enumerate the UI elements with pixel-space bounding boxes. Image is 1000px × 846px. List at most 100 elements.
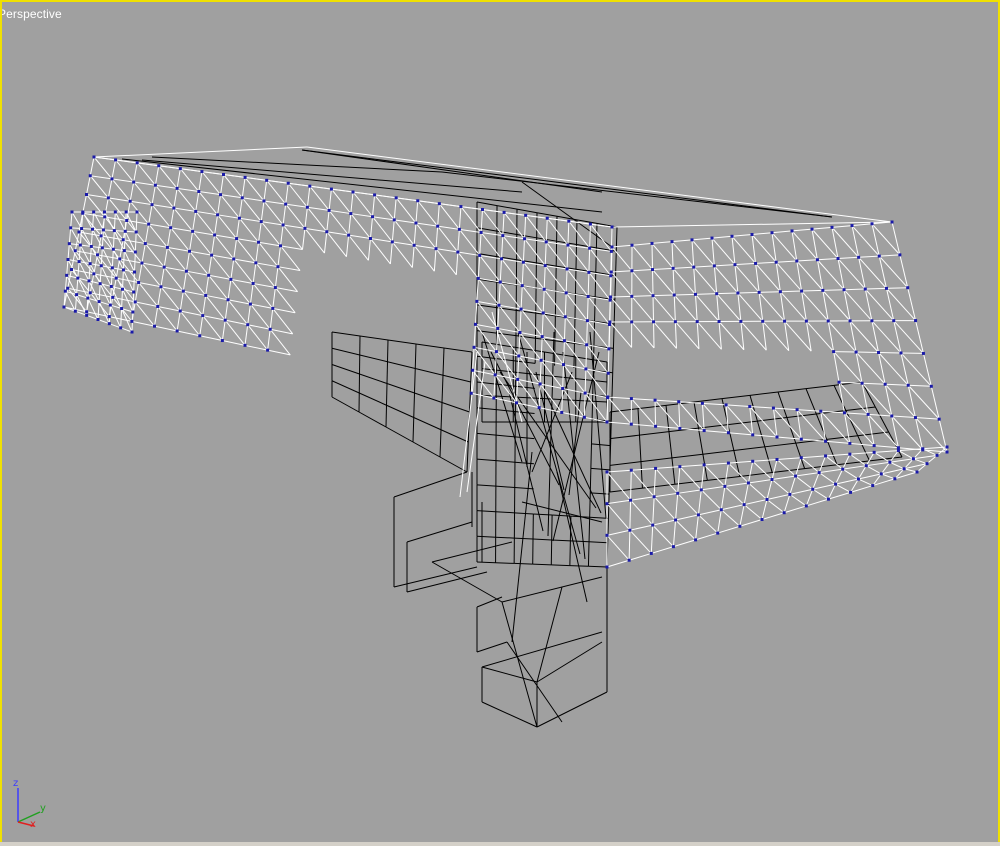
- vertex-marker: [671, 545, 675, 549]
- wire-edge: [612, 348, 614, 373]
- perspective-viewport[interactable]: Perspective z y x: [0, 0, 1000, 844]
- wire-edge: [411, 245, 415, 268]
- vertex-marker: [870, 222, 874, 226]
- wire-edge: [154, 165, 160, 186]
- wire-edge: [519, 332, 543, 338]
- wire-edge: [532, 563, 552, 566]
- wire-edge: [851, 225, 860, 258]
- vertex-marker: [229, 277, 233, 281]
- vertex-marker: [223, 318, 227, 322]
- wire-edge: [862, 382, 886, 385]
- wire-edge: [700, 464, 705, 490]
- wire-edge: [220, 174, 224, 195]
- vertex-marker: [542, 287, 546, 291]
- wire-edge: [387, 339, 389, 362]
- wire-edge: [744, 499, 768, 506]
- wire-edge: [441, 171, 833, 218]
- wireframe-model[interactable]: [2, 2, 998, 842]
- vertex-marker: [63, 289, 67, 293]
- wire-edge: [696, 321, 722, 350]
- wire-edge: [536, 586, 563, 683]
- wire-edge: [653, 321, 677, 349]
- wire-edge: [133, 162, 138, 183]
- vertex-marker: [837, 380, 841, 384]
- wire-edge: [414, 343, 417, 369]
- vertex-marker: [925, 462, 929, 466]
- vertex-marker: [137, 280, 141, 284]
- wire-edge: [113, 211, 116, 231]
- wire-edge: [857, 435, 871, 462]
- vertex-marker: [563, 315, 567, 319]
- wire-edge: [780, 290, 802, 293]
- vertex-marker: [165, 245, 169, 249]
- vertex-marker: [67, 242, 71, 246]
- vertex-marker: [201, 314, 205, 318]
- wire-edge: [819, 468, 843, 474]
- vertex-marker: [879, 472, 883, 476]
- vertex-marker: [273, 286, 277, 290]
- wire-edge: [460, 206, 483, 210]
- vertex-marker: [478, 253, 482, 257]
- vertex-marker: [501, 234, 505, 238]
- wire-edge: [103, 229, 115, 232]
- vertex-marker: [110, 266, 114, 270]
- wire-edge: [828, 491, 851, 500]
- wire-edge: [718, 321, 722, 350]
- vertex-marker: [135, 210, 139, 214]
- wire-edge: [163, 247, 168, 268]
- wire-edge: [497, 327, 521, 334]
- vertex-marker: [899, 351, 903, 355]
- vertex-marker: [175, 186, 179, 190]
- vertex-marker: [700, 401, 704, 405]
- vertex-marker: [87, 279, 91, 283]
- wire-edge: [811, 226, 833, 230]
- wire-edge: [223, 174, 243, 199]
- wire-edge: [504, 211, 526, 216]
- wire-edge: [652, 295, 676, 323]
- vertex-marker: [159, 285, 163, 289]
- wire-edge: [387, 361, 416, 369]
- wire-edge: [734, 262, 756, 266]
- wire-edge: [260, 221, 281, 247]
- wire-edge: [466, 441, 469, 473]
- wire-edge: [748, 479, 773, 484]
- wire-edge: [78, 231, 98, 256]
- vertex-marker: [605, 565, 609, 569]
- vertex-marker: [678, 465, 682, 469]
- wire-edge: [672, 519, 677, 547]
- wire-edge: [606, 421, 632, 425]
- wire-edge: [630, 469, 655, 498]
- wire-edge: [272, 287, 276, 309]
- wire-edge: [167, 246, 190, 252]
- vertex-marker: [562, 363, 566, 367]
- vertex-marker: [854, 350, 858, 354]
- wire-edge: [826, 435, 858, 440]
- wire-edge: [721, 394, 751, 400]
- vertex-marker: [670, 240, 674, 244]
- vertex-marker: [392, 218, 396, 222]
- wire-edge: [503, 212, 525, 240]
- vertex-marker: [121, 238, 125, 242]
- wire-edge: [766, 499, 785, 514]
- wire-edge: [835, 483, 851, 493]
- wire-edge: [891, 415, 916, 419]
- wire-edge: [198, 191, 218, 216]
- wire-edge: [89, 246, 92, 264]
- wire-edge: [867, 414, 875, 446]
- vertex-marker: [629, 397, 633, 401]
- wire-edge: [831, 227, 860, 258]
- vertex-marker: [75, 293, 79, 297]
- wire-edge: [733, 446, 765, 452]
- vertex-marker: [588, 246, 592, 250]
- vertex-marker: [349, 212, 353, 216]
- wire-edge: [497, 305, 500, 329]
- wire-edge: [457, 251, 480, 256]
- vertex-marker: [266, 348, 270, 352]
- wire-edge: [849, 320, 879, 353]
- wire-edge: [100, 247, 103, 266]
- wire-edge: [613, 299, 616, 325]
- wire-edge: [740, 321, 745, 350]
- wire-edge: [772, 408, 778, 438]
- wire-edge: [652, 269, 675, 296]
- wire-edge: [586, 296, 589, 321]
